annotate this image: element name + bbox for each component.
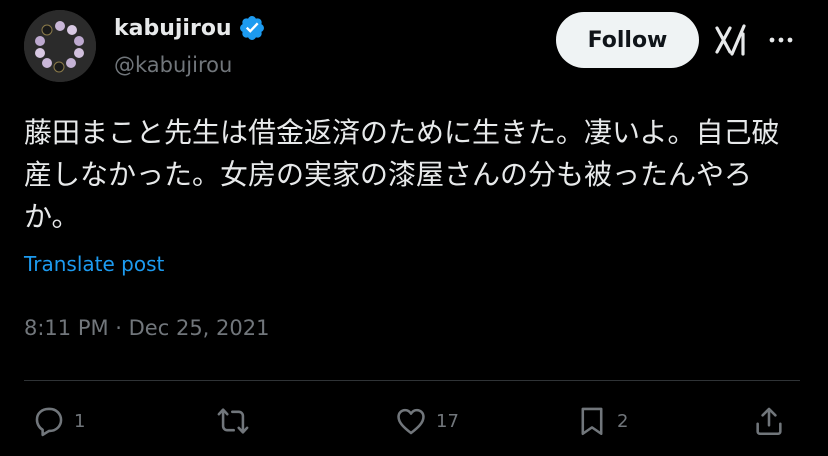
- share-icon: [756, 407, 782, 436]
- bookmark-count: 2: [617, 410, 629, 432]
- author-handle[interactable]: @kabujirou: [114, 53, 232, 77]
- bookmark-button[interactable]: 2: [575, 404, 628, 438]
- bookmark-icon: [581, 407, 603, 436]
- like-button[interactable]: 17: [394, 404, 459, 438]
- grok-icon[interactable]: [713, 24, 749, 56]
- repost-button[interactable]: [216, 404, 258, 438]
- divider: [24, 380, 800, 381]
- reply-count: 1: [74, 410, 86, 432]
- avatar[interactable]: [24, 10, 96, 82]
- more-icon[interactable]: [766, 27, 796, 53]
- follow-button[interactable]: Follow: [556, 12, 699, 68]
- author-name-row[interactable]: kabujirou: [114, 14, 266, 42]
- display-name[interactable]: kabujirou: [114, 16, 232, 41]
- like-count: 17: [436, 410, 459, 432]
- translate-post-link[interactable]: Translate post: [24, 252, 164, 276]
- bead-bracelet-image: [24, 10, 96, 82]
- repost-icon: [217, 408, 249, 434]
- reply-icon: [35, 407, 63, 437]
- tweet-text: 藤田まこと先生は借金返済のために生きた。凄いよ。自己破産しなかった。女房の実家の…: [24, 116, 780, 233]
- reply-button[interactable]: 1: [32, 404, 85, 438]
- like-icon: [397, 408, 425, 435]
- verified-badge-icon: [239, 16, 264, 40]
- share-button[interactable]: [752, 404, 786, 438]
- tweet-timestamp[interactable]: 8:11 PM · Dec 25, 2021: [24, 316, 269, 340]
